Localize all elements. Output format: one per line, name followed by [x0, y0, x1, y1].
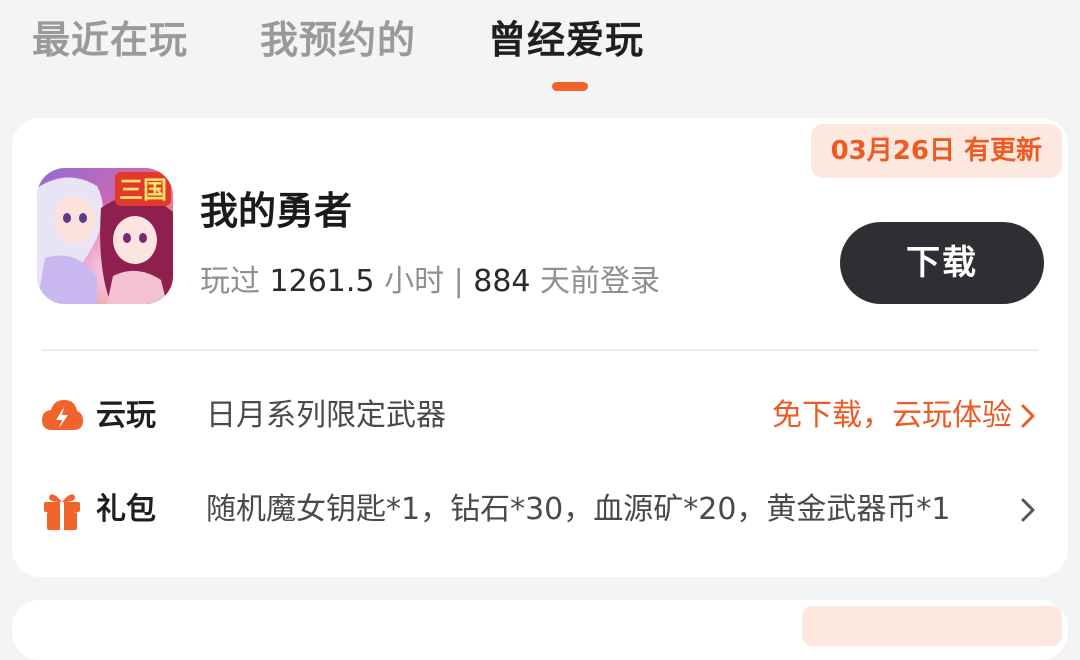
days-unit: 天前登录 [530, 264, 661, 299]
play-hours: 1261.5 [269, 264, 375, 299]
stats-prefix: 玩过 [200, 264, 270, 299]
cloud-lightning-icon [42, 400, 83, 430]
game-logo-text: 三国 [119, 176, 167, 204]
gift-label: 礼包 [96, 492, 156, 527]
cloud-play-label: 云玩 [96, 398, 156, 433]
last-login-days: 884 [473, 264, 531, 299]
gift-text: 随机魔女钥匙*1，钻石*30，血源矿*20，黄金武器币*1 [206, 492, 951, 527]
tab-recently-played[interactable]: 最近在玩 [32, 12, 188, 72]
tab-once-loved[interactable]: 曾经爱玩 [488, 12, 644, 72]
cloud-play-action[interactable]: 免下载，云玩体验 [772, 384, 1012, 448]
download-button[interactable]: 下载 [840, 222, 1044, 304]
gift-row[interactable]: 礼包 随机魔女钥匙*1，钻石*30，血源矿*20，黄金武器币*1 [12, 478, 1068, 542]
update-badge: 03月26日 有更新 [810, 124, 1062, 178]
tab-bar: 最近在玩 我预约的 曾经爱玩 [0, 0, 1080, 100]
tab-reserved[interactable]: 我预约的 [260, 12, 416, 72]
game-icon[interactable]: 三国 [37, 168, 173, 304]
game-title[interactable]: 我的勇者 [200, 180, 352, 235]
active-tab-indicator [552, 82, 588, 91]
game-card[interactable]: 03月26日 有更新 三国 我的勇者 玩过 1261.5 小时 | 884 天前… [12, 118, 1068, 577]
hours-unit: 小时 | [374, 264, 474, 299]
play-stats: 玩过 1261.5 小时 | 884 天前登录 [200, 256, 660, 300]
chevron-right-icon[interactable] [1014, 494, 1042, 526]
cloud-play-text: 日月系列限定武器 [206, 398, 446, 433]
game-cover-art: 三国 [37, 168, 173, 304]
divider [42, 349, 1038, 351]
cloud-play-row[interactable]: 云玩 日月系列限定武器 免下载，云玩体验 [12, 384, 1068, 448]
next-game-card[interactable] [12, 600, 1068, 660]
gift-icon [44, 494, 80, 530]
chevron-right-icon[interactable] [1014, 400, 1042, 432]
next-update-badge [802, 606, 1062, 646]
